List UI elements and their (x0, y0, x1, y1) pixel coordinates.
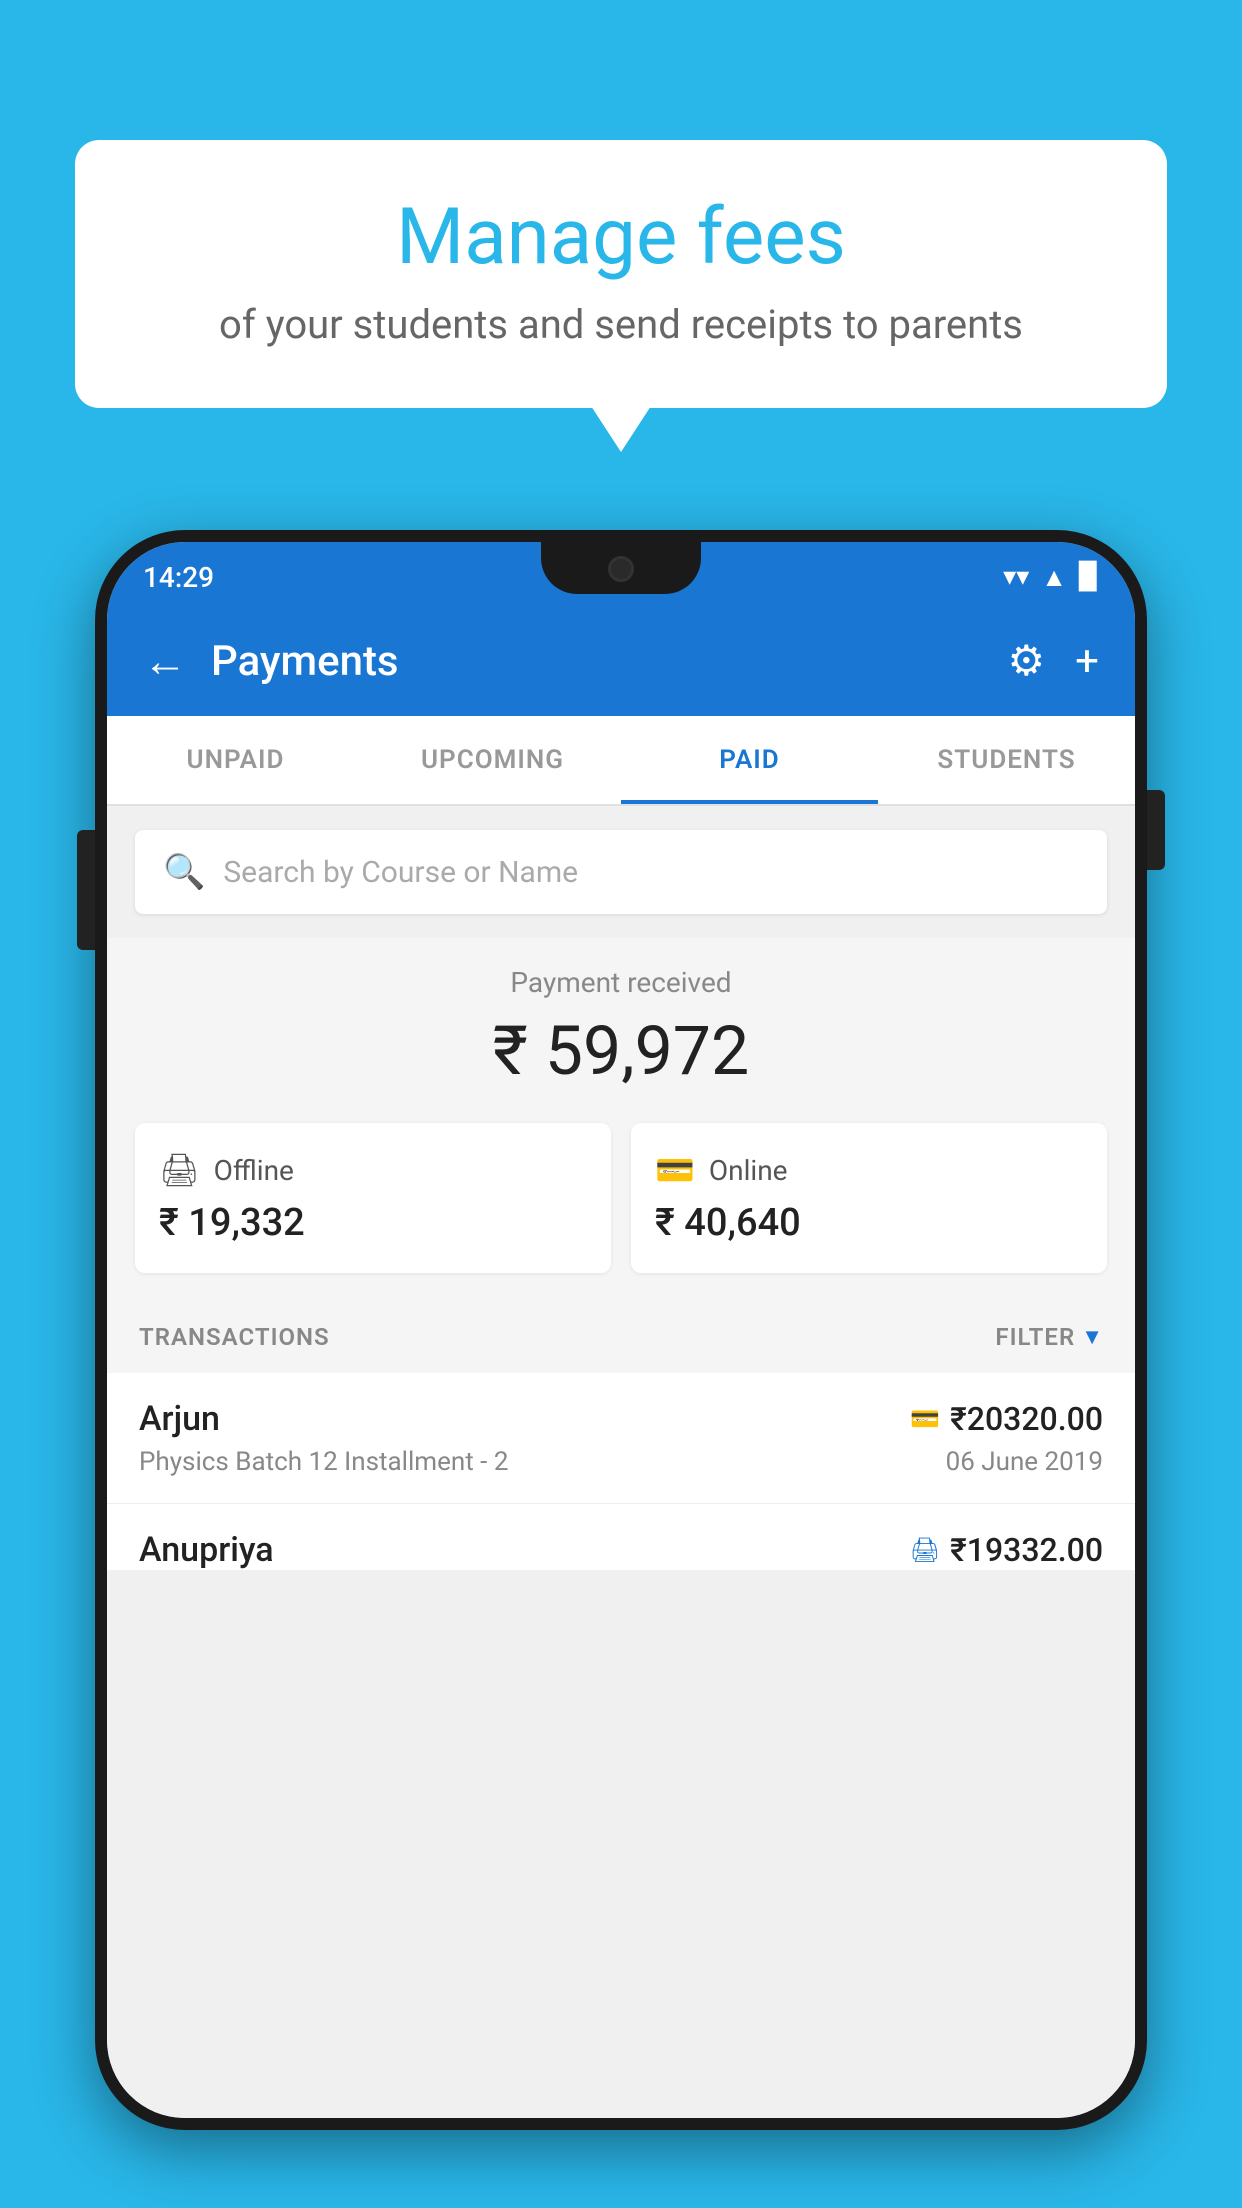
payment-received-section: Payment received ₹ 59,972 (107, 938, 1135, 1123)
offline-payment-icon: 🖨 (910, 1536, 940, 1564)
transaction-course: Physics Batch 12 Installment - 2 (139, 1447, 508, 1477)
search-bar[interactable]: 🔍 Search by Course or Name (135, 830, 1107, 914)
tab-upcoming[interactable]: UPCOMING (364, 716, 621, 804)
online-amount: ₹ 40,640 (655, 1201, 1083, 1245)
search-input[interactable]: Search by Course or Name (223, 855, 578, 890)
online-card-header: 💳 Online (655, 1151, 1083, 1189)
payment-cards-row: 🖨 Offline ₹ 19,332 💳 Online ₹ 40,640 (107, 1123, 1135, 1301)
transaction-top: Arjun 💳 ₹20320.00 (139, 1399, 1103, 1439)
tabs-bar: UNPAID UPCOMING PAID STUDENTS (107, 716, 1135, 806)
transaction-bottom: Physics Batch 12 Installment - 2 06 June… (139, 1447, 1103, 1477)
status-icons: ▾▾ ▲ ▉ (1003, 562, 1099, 593)
settings-icon[interactable]: ⚙ (1008, 636, 1046, 686)
transaction-row-partial[interactable]: Anupriya 🖨 ₹19332.00 (107, 1504, 1135, 1570)
transaction-amount-wrap-2: 🖨 ₹19332.00 (910, 1531, 1103, 1569)
transaction-amount-2: ₹19332.00 (950, 1531, 1103, 1569)
offline-card: 🖨 Offline ₹ 19,332 (135, 1123, 611, 1273)
transactions-header: TRANSACTIONS FILTER ▼ (107, 1301, 1135, 1373)
phone-wrapper: 14:29 ▾▾ ▲ ▉ ← Payments ⚙ + UNPAID (95, 530, 1147, 2208)
phone-notch (541, 542, 701, 594)
back-button[interactable]: ← (143, 635, 187, 687)
online-label: Online (709, 1154, 788, 1187)
transaction-name: Arjun (139, 1399, 220, 1439)
signal-icon: ▲ (1041, 562, 1067, 593)
transaction-amount: ₹20320.00 (950, 1400, 1103, 1438)
filter-label: FILTER (995, 1323, 1075, 1351)
status-time: 14:29 (143, 561, 214, 594)
transaction-top-partial: Anupriya 🖨 ₹19332.00 (139, 1530, 1103, 1570)
payment-received-label: Payment received (135, 966, 1107, 999)
payment-total-amount: ₹ 59,972 (135, 1011, 1107, 1091)
filter-group[interactable]: FILTER ▼ (995, 1323, 1103, 1351)
search-icon: 🔍 (163, 852, 205, 892)
tab-unpaid[interactable]: UNPAID (107, 716, 364, 804)
speech-bubble-title: Manage fees (135, 195, 1107, 281)
offline-label: Offline (214, 1154, 294, 1187)
transaction-amount-wrap: 💳 ₹20320.00 (910, 1400, 1103, 1438)
online-payment-icon: 💳 (910, 1405, 940, 1433)
camera (608, 556, 634, 582)
offline-icon: 🖨 (159, 1151, 200, 1189)
offline-card-header: 🖨 Offline (159, 1151, 587, 1189)
transaction-row[interactable]: Arjun 💳 ₹20320.00 Physics Batch 12 Insta… (107, 1373, 1135, 1504)
tab-students[interactable]: STUDENTS (878, 716, 1135, 804)
phone-outer: 14:29 ▾▾ ▲ ▉ ← Payments ⚙ + UNPAID (95, 530, 1147, 2130)
transaction-name-2: Anupriya (139, 1530, 274, 1570)
online-icon: 💳 (655, 1151, 695, 1189)
filter-icon: ▼ (1081, 1324, 1103, 1350)
tab-paid[interactable]: PAID (621, 716, 878, 804)
app-bar-actions: ⚙ + (1008, 636, 1100, 686)
speech-bubble: Manage fees of your students and send re… (75, 140, 1167, 408)
wifi-icon: ▾▾ (1003, 562, 1029, 592)
offline-amount: ₹ 19,332 (159, 1201, 587, 1245)
battery-icon: ▉ (1079, 562, 1099, 592)
app-title: Payments (211, 637, 1008, 686)
online-card: 💳 Online ₹ 40,640 (631, 1123, 1107, 1273)
phone-inner: 14:29 ▾▾ ▲ ▉ ← Payments ⚙ + UNPAID (107, 542, 1135, 2118)
content-area: 🔍 Search by Course or Name Payment recei… (107, 806, 1135, 2118)
add-button[interactable]: + (1075, 637, 1099, 686)
transactions-label: TRANSACTIONS (139, 1323, 330, 1351)
app-bar: ← Payments ⚙ + (107, 606, 1135, 716)
speech-bubble-subtitle: of your students and send receipts to pa… (135, 301, 1107, 348)
transaction-date: 06 June 2019 (946, 1447, 1103, 1477)
